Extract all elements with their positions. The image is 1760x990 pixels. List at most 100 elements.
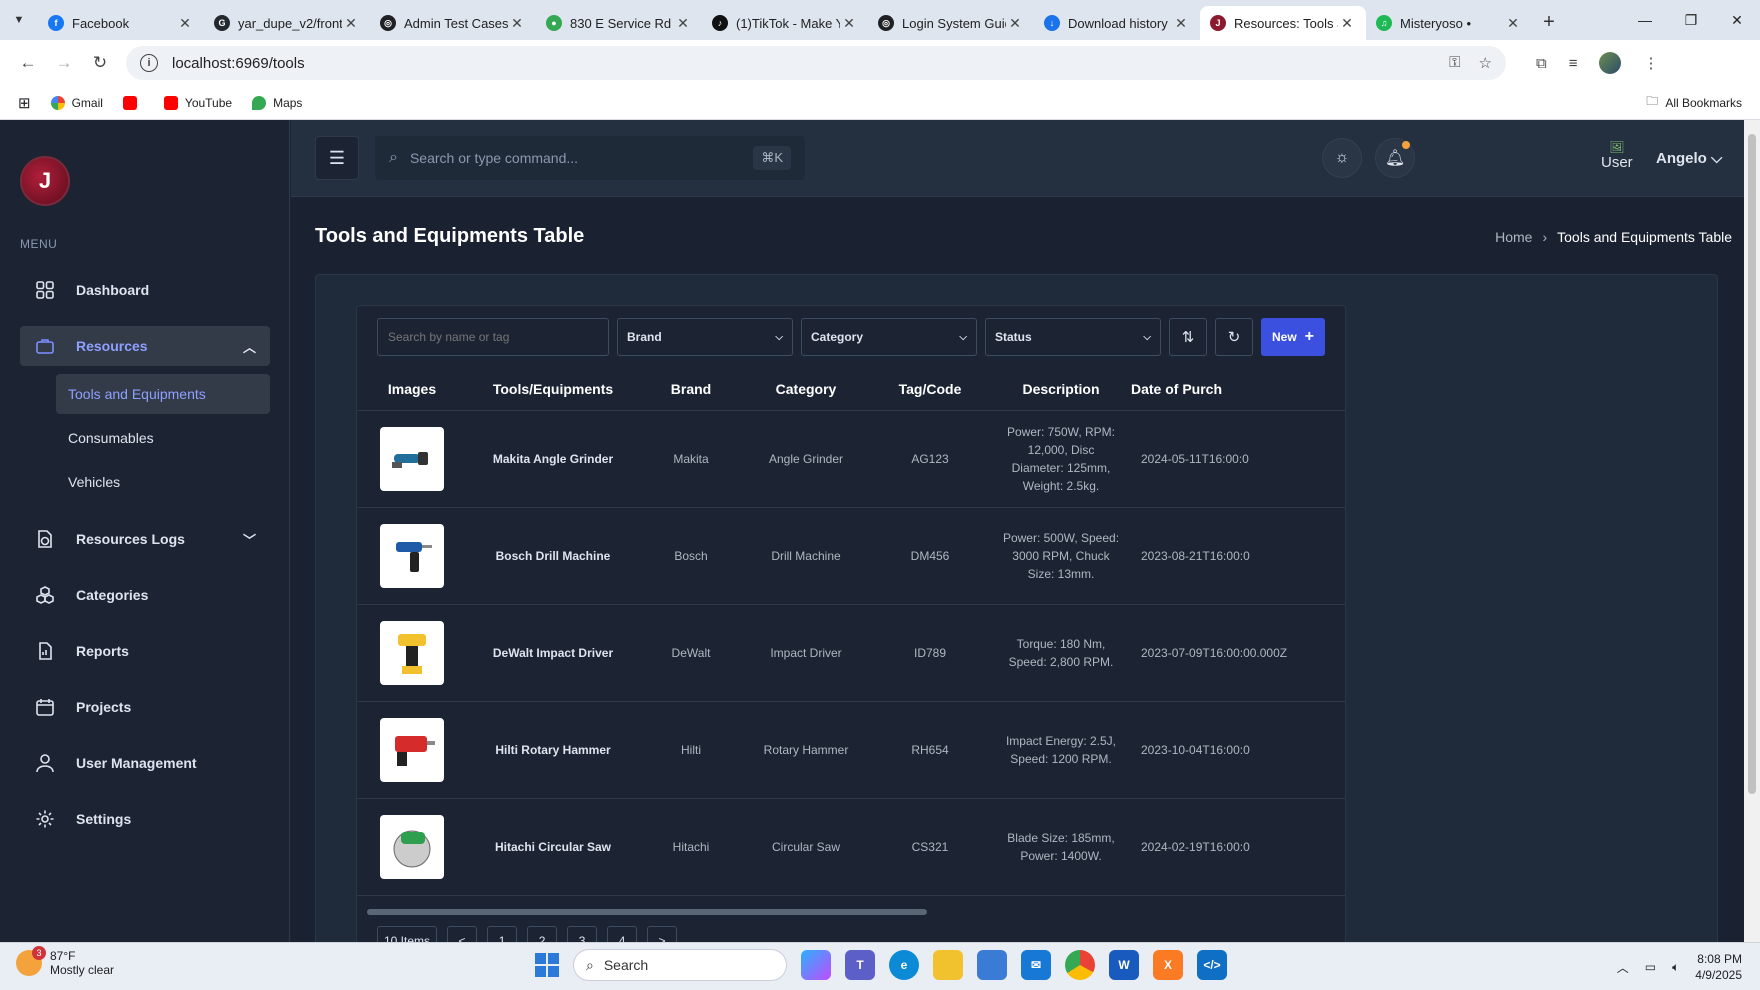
tool-thumbnail[interactable] (380, 523, 444, 588)
close-window-button[interactable]: ✕ (1714, 0, 1760, 40)
tab-close-icon[interactable]: ✕ (840, 15, 858, 32)
site-info-icon[interactable]: i (140, 54, 158, 72)
browser-tab[interactable]: ◎ Admin Test Cases ✕ (370, 6, 536, 40)
sidebar-subitem-consumables[interactable]: Consumables (56, 418, 270, 458)
tab-close-icon[interactable]: ✕ (1338, 15, 1356, 32)
all-bookmarks[interactable]: 🗀 All Bookmarks (1646, 92, 1742, 113)
network-icon[interactable]: ▭ (1645, 960, 1656, 974)
sidebar-subitem-tools[interactable]: Tools and Equipments (56, 374, 270, 414)
scrollbar-thumb[interactable] (367, 909, 927, 915)
sidebar-item-user-management[interactable]: User Management (20, 743, 270, 783)
copilot-icon[interactable] (801, 950, 831, 980)
browser-tab[interactable]: J Resources: Tools a ✕ (1200, 6, 1366, 40)
items-per-page[interactable]: 10 Items (377, 926, 438, 942)
volume-icon[interactable]: 🔈︎ (1672, 960, 1679, 975)
restore-button[interactable]: ❐ (1668, 0, 1714, 40)
tab-close-icon[interactable]: ✕ (674, 15, 692, 32)
sidebar-item-resources[interactable]: Resources ︿ (20, 326, 270, 366)
tab-close-icon[interactable]: ✕ (1172, 15, 1190, 32)
teams-icon[interactable]: T (845, 950, 875, 980)
table-row[interactable]: Hitachi Circular Saw Hitachi Circular Sa… (357, 798, 1345, 896)
youtube-icon-bookmark[interactable] (122, 95, 144, 110)
sidebar-item-projects[interactable]: Projects (20, 687, 270, 727)
brand-filter[interactable]: Brand ⌵ (617, 318, 793, 356)
profile-avatar[interactable] (1599, 52, 1622, 74)
browser-tab[interactable]: ● 830 E Service Rd - ✕ (536, 6, 702, 40)
chrome-icon[interactable] (1065, 950, 1095, 980)
tab-list-button[interactable]: ▼ (0, 0, 38, 40)
store-icon[interactable] (977, 950, 1007, 980)
start-button[interactable] (535, 953, 559, 977)
sidebar-item-categories[interactable]: Categories (20, 575, 270, 615)
bookmark-maps[interactable]: Maps (252, 95, 302, 110)
tab-close-icon[interactable]: ✕ (1504, 15, 1522, 32)
breadcrumb-home[interactable]: Home (1495, 229, 1532, 245)
tab-close-icon[interactable]: ✕ (176, 15, 194, 32)
sidebar-subitem-vehicles[interactable]: Vehicles (56, 462, 270, 502)
user-menu[interactable]: Angelo ⌵ (1656, 150, 1722, 167)
hamburger-menu-button[interactable]: ☰ (315, 136, 359, 180)
vscode-icon[interactable]: </> (1197, 950, 1227, 980)
browser-tab[interactable]: f Facebook ✕ (38, 6, 204, 40)
table-row[interactable]: Hilti Rotary Hammer Hilti Rotary Hammer … (357, 701, 1345, 799)
tool-thumbnail[interactable] (380, 717, 444, 782)
page-1[interactable]: 1 (487, 926, 518, 942)
apps-grid-icon[interactable]: ⊞ (18, 94, 31, 112)
minimize-button[interactable]: — (1622, 0, 1668, 40)
app-logo[interactable]: J (20, 156, 70, 206)
forward-button[interactable]: → (46, 53, 82, 73)
password-key-icon[interactable]: ⚿ (1449, 54, 1460, 72)
user-avatar[interactable]: 🖼︎ User (1601, 140, 1633, 171)
extensions-icon[interactable]: ⧉ (1536, 55, 1547, 72)
browser-tab[interactable]: ♪ (1)TikTok - Make Y ✕ (702, 6, 868, 40)
page-4[interactable]: 4 (607, 926, 638, 942)
table-row[interactable]: Makita Angle Grinder Makita Angle Grinde… (357, 410, 1345, 508)
url-bar[interactable]: i localhost:6969/tools ⚿ ☆ (126, 46, 1506, 80)
back-button[interactable]: ← (10, 53, 46, 73)
next-page-button[interactable]: > (647, 926, 678, 942)
horizontal-scrollbar[interactable] (367, 909, 1327, 917)
edge-icon[interactable]: e (889, 950, 919, 980)
prev-page-button[interactable]: < (447, 926, 478, 942)
word-icon[interactable]: W (1109, 950, 1139, 980)
tool-thumbnail[interactable] (380, 814, 444, 879)
page-3[interactable]: 3 (567, 926, 598, 942)
category-filter[interactable]: Category ⌵ (801, 318, 977, 356)
sidebar-item-settings[interactable]: Settings (20, 799, 270, 839)
chevron-up-icon[interactable]: ︿ (1617, 959, 1629, 976)
new-tab-button[interactable]: + (1532, 11, 1566, 34)
status-filter[interactable]: Status ⌵ (985, 318, 1161, 356)
table-row[interactable]: DeWalt Impact Driver DeWalt Impact Drive… (357, 604, 1345, 702)
tool-thumbnail[interactable] (380, 426, 444, 491)
sidebar-item-reports[interactable]: Reports (20, 631, 270, 671)
mail-icon[interactable]: ✉ (1021, 950, 1051, 980)
table-search-input[interactable] (377, 318, 609, 356)
page-2[interactable]: 2 (527, 926, 558, 942)
sort-button[interactable]: ⇅ (1169, 318, 1207, 356)
browser-menu-icon[interactable]: ⋮ (1643, 54, 1658, 72)
file-explorer-icon[interactable] (933, 950, 963, 980)
weather-widget[interactable]: 3 87°F Mostly clear (16, 946, 114, 977)
table-row[interactable]: Bosch Drill Machine Bosch Drill Machine … (357, 507, 1345, 605)
browser-tab[interactable]: ◎ Login System Guid ✕ (868, 6, 1034, 40)
media-controls-icon[interactable]: ≡ (1569, 55, 1578, 72)
clock[interactable]: 8:08 PM 4/9/2025 (1695, 951, 1742, 983)
tool-thumbnail[interactable] (380, 620, 444, 685)
new-item-button[interactable]: New + (1261, 318, 1325, 356)
browser-tab[interactable]: Gyar_dupe_v2/front ✕ (204, 6, 370, 40)
bookmark-youtube[interactable]: YouTube (163, 95, 232, 110)
sidebar-item-dashboard[interactable]: Dashboard (20, 270, 270, 310)
reload-button[interactable]: ↻ (82, 53, 118, 73)
page-scrollbar[interactable] (1744, 120, 1760, 942)
theme-toggle-button[interactable]: ☼ (1322, 138, 1362, 178)
tab-close-icon[interactable]: ✕ (1006, 15, 1024, 32)
sidebar-item-resources-logs[interactable]: Resources Logs ﹀ (20, 519, 270, 559)
tab-close-icon[interactable]: ✕ (508, 15, 526, 32)
bookmark-gmail[interactable]: Gmail (50, 95, 103, 110)
xampp-icon[interactable]: X (1153, 950, 1183, 980)
tab-close-icon[interactable]: ✕ (342, 15, 360, 32)
refresh-button[interactable]: ↻ (1215, 318, 1253, 356)
browser-tab[interactable]: ♫ Misteryoso • ✕ (1366, 6, 1532, 40)
taskbar-search[interactable]: ⌕ Search (573, 949, 787, 981)
notifications-button[interactable]: 🔔︎ (1375, 138, 1415, 178)
